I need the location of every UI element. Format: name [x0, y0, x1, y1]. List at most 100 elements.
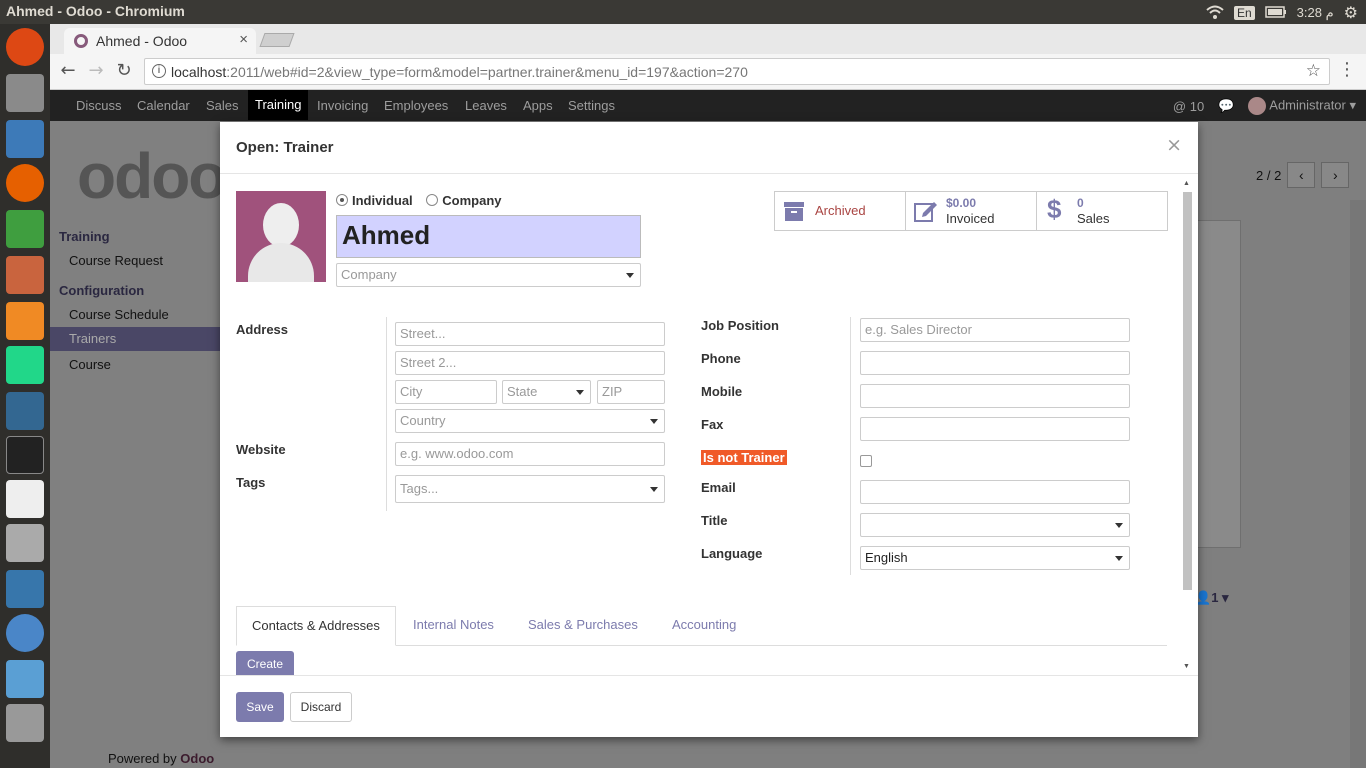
firefox-icon[interactable] [6, 164, 44, 202]
radio-company[interactable]: Company [426, 193, 502, 208]
odoo-logo: odoo [77, 140, 227, 212]
dialog-footer: Save Discard [220, 675, 1198, 737]
forward-arrow-icon[interactable]: → [84, 60, 108, 84]
tab-sales-purchases[interactable]: Sales & Purchases [513, 606, 653, 646]
tab-internal-notes[interactable]: Internal Notes [398, 606, 509, 646]
invoiced-button[interactable]: $0.00 Invoiced [906, 192, 1037, 230]
chromium-icon[interactable] [6, 614, 44, 652]
job-position-label: Job Position [701, 318, 779, 333]
writer-icon[interactable] [6, 120, 44, 158]
back-arrow-icon[interactable]: ← [56, 60, 80, 84]
job-position-input[interactable]: e.g. Sales Director [860, 318, 1130, 342]
website-input[interactable]: e.g. www.odoo.com [395, 442, 665, 466]
terminal-icon[interactable] [6, 436, 44, 474]
language-label: Language [701, 546, 763, 561]
pager-prev-icon[interactable]: ‹ [1287, 162, 1316, 188]
sidebar-section-training[interactable]: Training [59, 229, 110, 244]
clock[interactable]: 3:28 م [1297, 5, 1334, 21]
title-select[interactable] [860, 513, 1130, 537]
create-contact-button[interactable]: Create [236, 651, 294, 675]
street2-input[interactable]: Street 2... [395, 351, 665, 375]
email-input[interactable] [860, 480, 1130, 504]
chat-icon[interactable]: 💬 [1218, 98, 1234, 114]
keyboard-layout-indicator[interactable]: En [1233, 6, 1255, 20]
page-scrollbar[interactable] [1350, 200, 1366, 768]
country-select[interactable]: Country [395, 409, 665, 433]
nav-discuss[interactable]: Discuss [76, 98, 122, 113]
wifi-icon[interactable] [1206, 5, 1224, 22]
chevron-down-icon [1115, 523, 1123, 528]
info-icon[interactable]: i [152, 64, 166, 78]
pager-next-icon[interactable]: › [1321, 162, 1350, 188]
company-select[interactable]: Company [336, 263, 641, 287]
user-menu[interactable]: Administrator ▾ [1248, 97, 1356, 115]
scroll-down-icon[interactable]: ▼ [1183, 663, 1190, 670]
nav-invoicing[interactable]: Invoicing [317, 98, 368, 113]
postgres-icon[interactable] [6, 392, 44, 430]
scroll-up-icon[interactable]: ▲ [1183, 180, 1190, 187]
chevron-down-icon [650, 487, 658, 492]
zip-input[interactable]: ZIP [597, 380, 665, 404]
database-icon[interactable] [6, 524, 44, 562]
name-input[interactable]: Ahmed [336, 215, 641, 258]
state-select[interactable]: State [502, 380, 591, 404]
os-top-bar: Ahmed - Odoo - Chromium En 3:28 م ⚙ [0, 0, 1366, 24]
nav-apps[interactable]: Apps [523, 98, 553, 113]
battery-icon[interactable] [1264, 5, 1287, 21]
tab-contacts-addresses[interactable]: Contacts & Addresses [236, 606, 396, 646]
phone-input[interactable] [860, 351, 1130, 375]
pager-value[interactable]: 2 / 2 [1256, 168, 1281, 183]
new-tab-button[interactable] [259, 33, 295, 47]
impress-icon[interactable] [6, 256, 44, 294]
dialog-body: ▲ ▼ Individual Company Ahmed Company Arc… [220, 175, 1198, 675]
sales-button[interactable]: $ 0 Sales [1037, 192, 1167, 230]
dialog-title: Open: Trainer [236, 139, 334, 156]
tags-input[interactable]: Tags... [395, 475, 665, 503]
city-input[interactable]: City [395, 380, 497, 404]
save-button[interactable]: Save [236, 692, 284, 722]
dialog-scrollbar[interactable]: ▲ ▼ [1182, 180, 1192, 670]
nav-training[interactable]: Training [248, 90, 309, 120]
sidebar-item-course-request[interactable]: Course Request [69, 253, 163, 268]
address-bar[interactable]: i localhost:2011/web#id=2&view_type=form… [144, 58, 1330, 85]
nav-employees[interactable]: Employees [384, 98, 448, 113]
discard-button[interactable]: Discard [290, 692, 352, 722]
bookmark-star-icon[interactable]: ☆ [1306, 61, 1321, 81]
nav-leaves[interactable]: Leaves [465, 98, 507, 113]
nav-sales[interactable]: Sales [206, 98, 239, 113]
radio-individual[interactable]: Individual [336, 193, 413, 208]
calc-icon[interactable] [6, 210, 44, 248]
chevron-down-icon [576, 390, 584, 395]
python-icon[interactable] [6, 570, 44, 608]
amazon-icon[interactable] [6, 480, 44, 518]
avatar-image[interactable] [236, 191, 326, 282]
tab-accounting[interactable]: Accounting [657, 606, 751, 646]
dialog-close-icon[interactable]: × [1166, 134, 1182, 156]
scroll-thumb[interactable] [1183, 192, 1192, 590]
sidebar-item-course[interactable]: Course [69, 357, 111, 372]
pycharm-icon[interactable] [6, 346, 44, 384]
reload-icon[interactable]: ↻ [112, 60, 136, 84]
followers-count[interactable]: 👤1 ▾ [1195, 590, 1229, 606]
is-trainer-checkbox[interactable] [860, 455, 872, 467]
nav-settings[interactable]: Settings [568, 98, 615, 113]
nav-calendar[interactable]: Calendar [137, 98, 190, 113]
mobile-input[interactable] [860, 384, 1130, 408]
browser-menu-icon[interactable]: ⋮ [1338, 59, 1356, 80]
browser-tab[interactable]: Ahmed - Odoo × [64, 28, 256, 54]
sidebar-section-configuration[interactable]: Configuration [59, 283, 144, 298]
language-select[interactable]: English [860, 546, 1130, 570]
ubuntu-logo-icon[interactable] [6, 28, 44, 66]
settings-app-icon[interactable] [6, 704, 44, 742]
notification-counter[interactable]: @ 10 [1173, 99, 1204, 114]
files-icon[interactable] [6, 74, 44, 112]
avatar [1248, 97, 1267, 115]
virtualbox-icon[interactable] [6, 660, 44, 698]
fax-input[interactable] [860, 417, 1130, 441]
archived-button[interactable]: Archived [775, 192, 906, 230]
software-center-icon[interactable] [6, 302, 44, 340]
tab-close-icon[interactable]: × [239, 31, 248, 48]
sidebar-item-course-schedule[interactable]: Course Schedule [69, 307, 169, 322]
settings-gear-icon[interactable]: ⚙ [1344, 3, 1358, 23]
street-input[interactable]: Street... [395, 322, 665, 346]
